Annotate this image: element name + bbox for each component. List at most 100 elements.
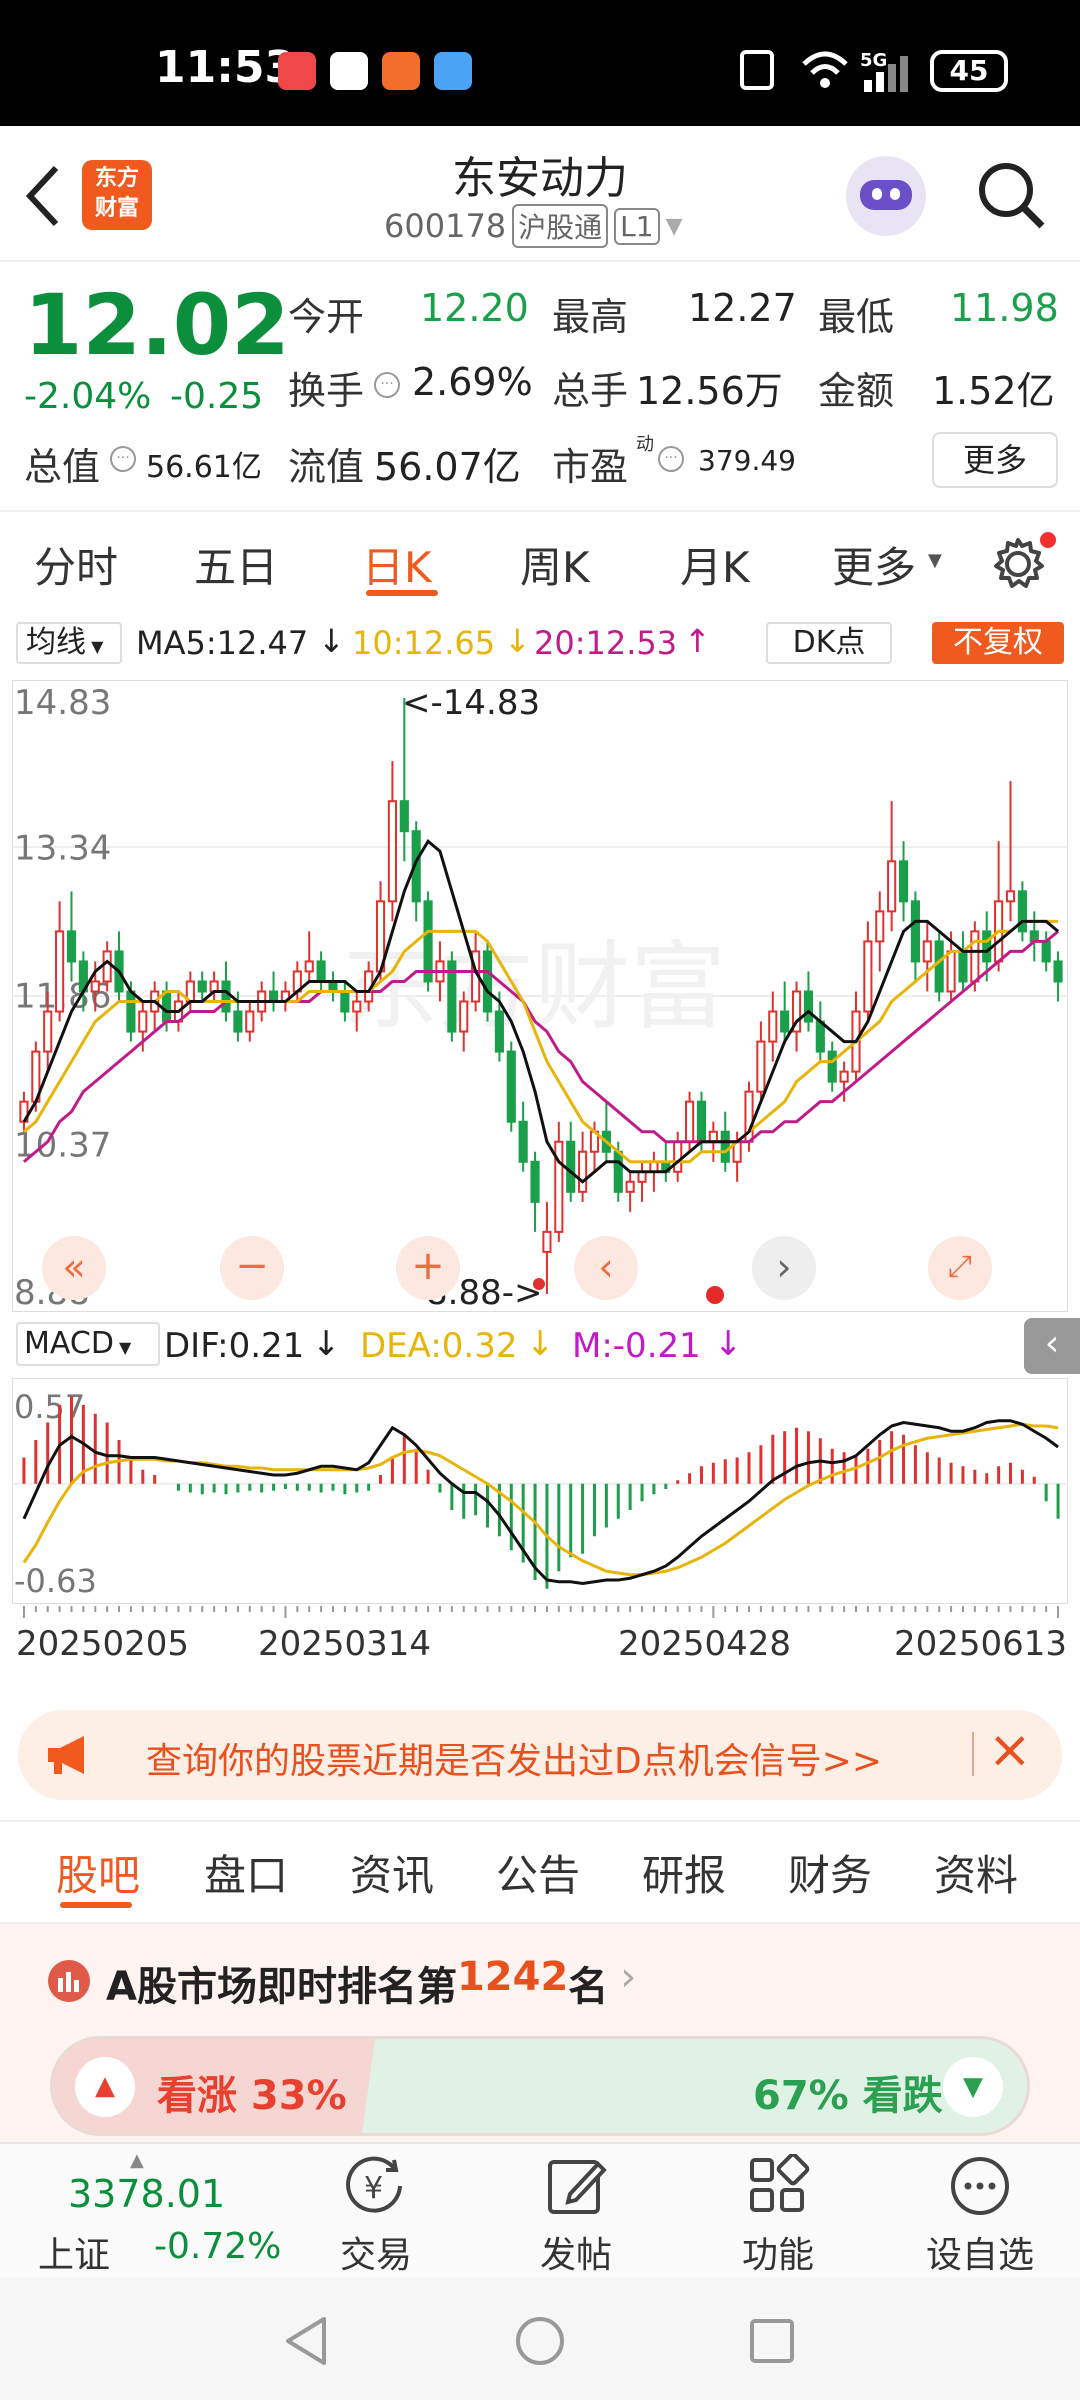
close-icon[interactable]: ×: [988, 1720, 1032, 1780]
settings-gear-icon[interactable]: [990, 536, 1046, 592]
eastmoney-logo[interactable]: 东方 财富: [82, 160, 152, 230]
index-change[interactable]: -0.72%: [154, 2226, 281, 2267]
trade-yen-icon[interactable]: ¥: [342, 2154, 412, 2218]
adjust-mode-button[interactable]: 不复权: [932, 622, 1064, 664]
stock-code-row[interactable]: 600178 沪股通 L1 ▼: [384, 204, 683, 248]
previous-button[interactable]: ‹: [574, 1236, 638, 1300]
tab-intraday[interactable]: 分时: [34, 534, 118, 595]
candle-body: [387, 800, 397, 903]
candle-body: [815, 1020, 825, 1053]
zoom-in-button[interactable]: +: [396, 1236, 460, 1300]
tab-profile[interactable]: 资料: [934, 1842, 1018, 1903]
back-arrow-icon[interactable]: [22, 164, 62, 228]
nav-trade[interactable]: 交易: [316, 2226, 436, 2278]
promo-banner[interactable]: 查询你的股票近期是否发出过D点机会信号>> ×: [18, 1710, 1062, 1800]
nav-post[interactable]: 发帖: [516, 2226, 636, 2278]
tab-pankou[interactable]: 盘口: [204, 1842, 288, 1903]
info-icon[interactable]: ···: [110, 446, 136, 472]
tab-research[interactable]: 研报: [642, 1842, 726, 1903]
dk-point-button[interactable]: DK点: [766, 622, 892, 664]
tab-daily-k[interactable]: 日K: [362, 534, 432, 595]
notification-dot: [1040, 532, 1056, 548]
macd-indicator-bar: MACD ▼ DIF:0.21 ↓ DEA:0.32 ↓ M:-0.21 ↓ ‹: [0, 1318, 1080, 1374]
candle-body: [90, 980, 100, 993]
tab-finance[interactable]: 财务: [788, 1842, 872, 1903]
search-icon[interactable]: [976, 160, 1048, 232]
candle-body: [875, 910, 885, 943]
candle-body: [1041, 940, 1051, 963]
change-amount: -0.25: [170, 376, 264, 417]
robot-assistant-avatar[interactable]: [846, 156, 926, 236]
nav-features[interactable]: 功能: [718, 2226, 838, 2278]
info-icon[interactable]: ···: [374, 372, 400, 398]
index-name[interactable]: 上证: [38, 2226, 110, 2278]
tab-announcements[interactable]: 公告: [496, 1842, 580, 1903]
caret-up-icon: ▲: [130, 2150, 144, 2171]
y-tick-label: 14.83: [14, 683, 111, 723]
tab-guba[interactable]: 股吧: [56, 1842, 140, 1903]
wifi-icon: [802, 51, 848, 88]
fullscreen-expand-icon[interactable]: ⤢: [928, 1236, 992, 1300]
add-watchlist-icon[interactable]: [948, 2154, 1012, 2218]
bullish-button[interactable]: ▲: [75, 2057, 135, 2117]
arrow-down-icon: ↓: [318, 622, 345, 660]
change-percent: -2.04%: [24, 376, 152, 417]
y-tick-label: 13.34: [14, 828, 111, 868]
tab-five-day[interactable]: 五日: [194, 534, 278, 595]
quote-panel: 12.02 -2.04% -0.25 今开 12.20 最高 12.27 最低 …: [0, 262, 1080, 512]
features-grid-icon[interactable]: [746, 2154, 810, 2218]
kline-chart[interactable]: 东方财富 14.8313.3411.8610.378.88 <-14.83 8.…: [12, 680, 1068, 1312]
zoom-out-button[interactable]: −: [220, 1236, 284, 1300]
tab-more[interactable]: 更多: [832, 534, 916, 595]
candle-body: [482, 950, 493, 1013]
arrow-down-icon: ↓: [714, 1324, 743, 1364]
candle-body: [221, 980, 231, 1013]
post-edit-icon[interactable]: [544, 2154, 608, 2218]
candle-body: [637, 1170, 647, 1183]
candle-body: [803, 990, 814, 1023]
amount-value: 1.52亿: [932, 369, 1055, 413]
candle-body: [102, 950, 112, 983]
volume-label: 总手: [552, 369, 629, 413]
candle-body: [1053, 960, 1063, 983]
nav-add-watchlist[interactable]: 设自选: [920, 2226, 1040, 2278]
candle-body: [233, 1010, 243, 1033]
candle-body: [459, 1000, 469, 1033]
info-icon[interactable]: ···: [658, 446, 684, 472]
candle-body: [696, 1100, 707, 1143]
system-home-icon[interactable]: [514, 2315, 566, 2367]
chevron-down-icon: ▼: [665, 213, 683, 239]
promo-text: 查询你的股票近期是否发出过D点机会信号>>: [146, 1741, 883, 1782]
system-back-icon[interactable]: [282, 2315, 330, 2367]
collapse-panel-button[interactable]: ‹: [1024, 1318, 1080, 1374]
arrow-down-icon: ↓: [526, 1324, 555, 1364]
market-rank[interactable]: A股市场即时排名第 1242 名 ›: [106, 1954, 636, 2012]
bearish-button[interactable]: ▼: [943, 2057, 1003, 2117]
tab-monthly-k[interactable]: 月K: [680, 534, 750, 595]
candle-body: [506, 1050, 516, 1123]
tab-weekly-k[interactable]: 周K: [520, 534, 590, 595]
ma-select[interactable]: 均线 ▼: [16, 622, 122, 664]
macd-select[interactable]: MACD ▼: [16, 1322, 160, 1366]
arrow-down-icon: ↓: [504, 622, 531, 660]
vibrate-icon: [740, 50, 774, 90]
system-recents-icon[interactable]: [748, 2317, 796, 2365]
macd-chart[interactable]: 0.57 -0.63: [12, 1378, 1068, 1604]
tab-news[interactable]: 资讯: [350, 1842, 434, 1903]
candle-body: [910, 900, 920, 963]
scroll-to-start-button[interactable]: «: [42, 1236, 106, 1300]
promo-area: 查询你的股票近期是否发出过D点机会信号>> ×: [0, 1690, 1080, 1820]
date-axis: 20250205 20250314 20250428 20250613: [12, 1606, 1068, 1686]
ma10-value: 10:12.65: [352, 624, 496, 662]
candle-body: [898, 860, 909, 903]
index-value[interactable]: 3378.01: [68, 2172, 225, 2216]
news-app-icon: [382, 52, 420, 90]
more-button[interactable]: 更多: [932, 432, 1058, 488]
next-button[interactable]: ›: [752, 1236, 816, 1300]
ma20-value: 20:12.53: [534, 624, 678, 662]
candle-body: [946, 950, 956, 993]
candle-body: [970, 930, 980, 983]
candle-body: [768, 1010, 778, 1043]
svg-text:¥: ¥: [364, 2171, 383, 2206]
candle-body: [827, 1050, 837, 1083]
